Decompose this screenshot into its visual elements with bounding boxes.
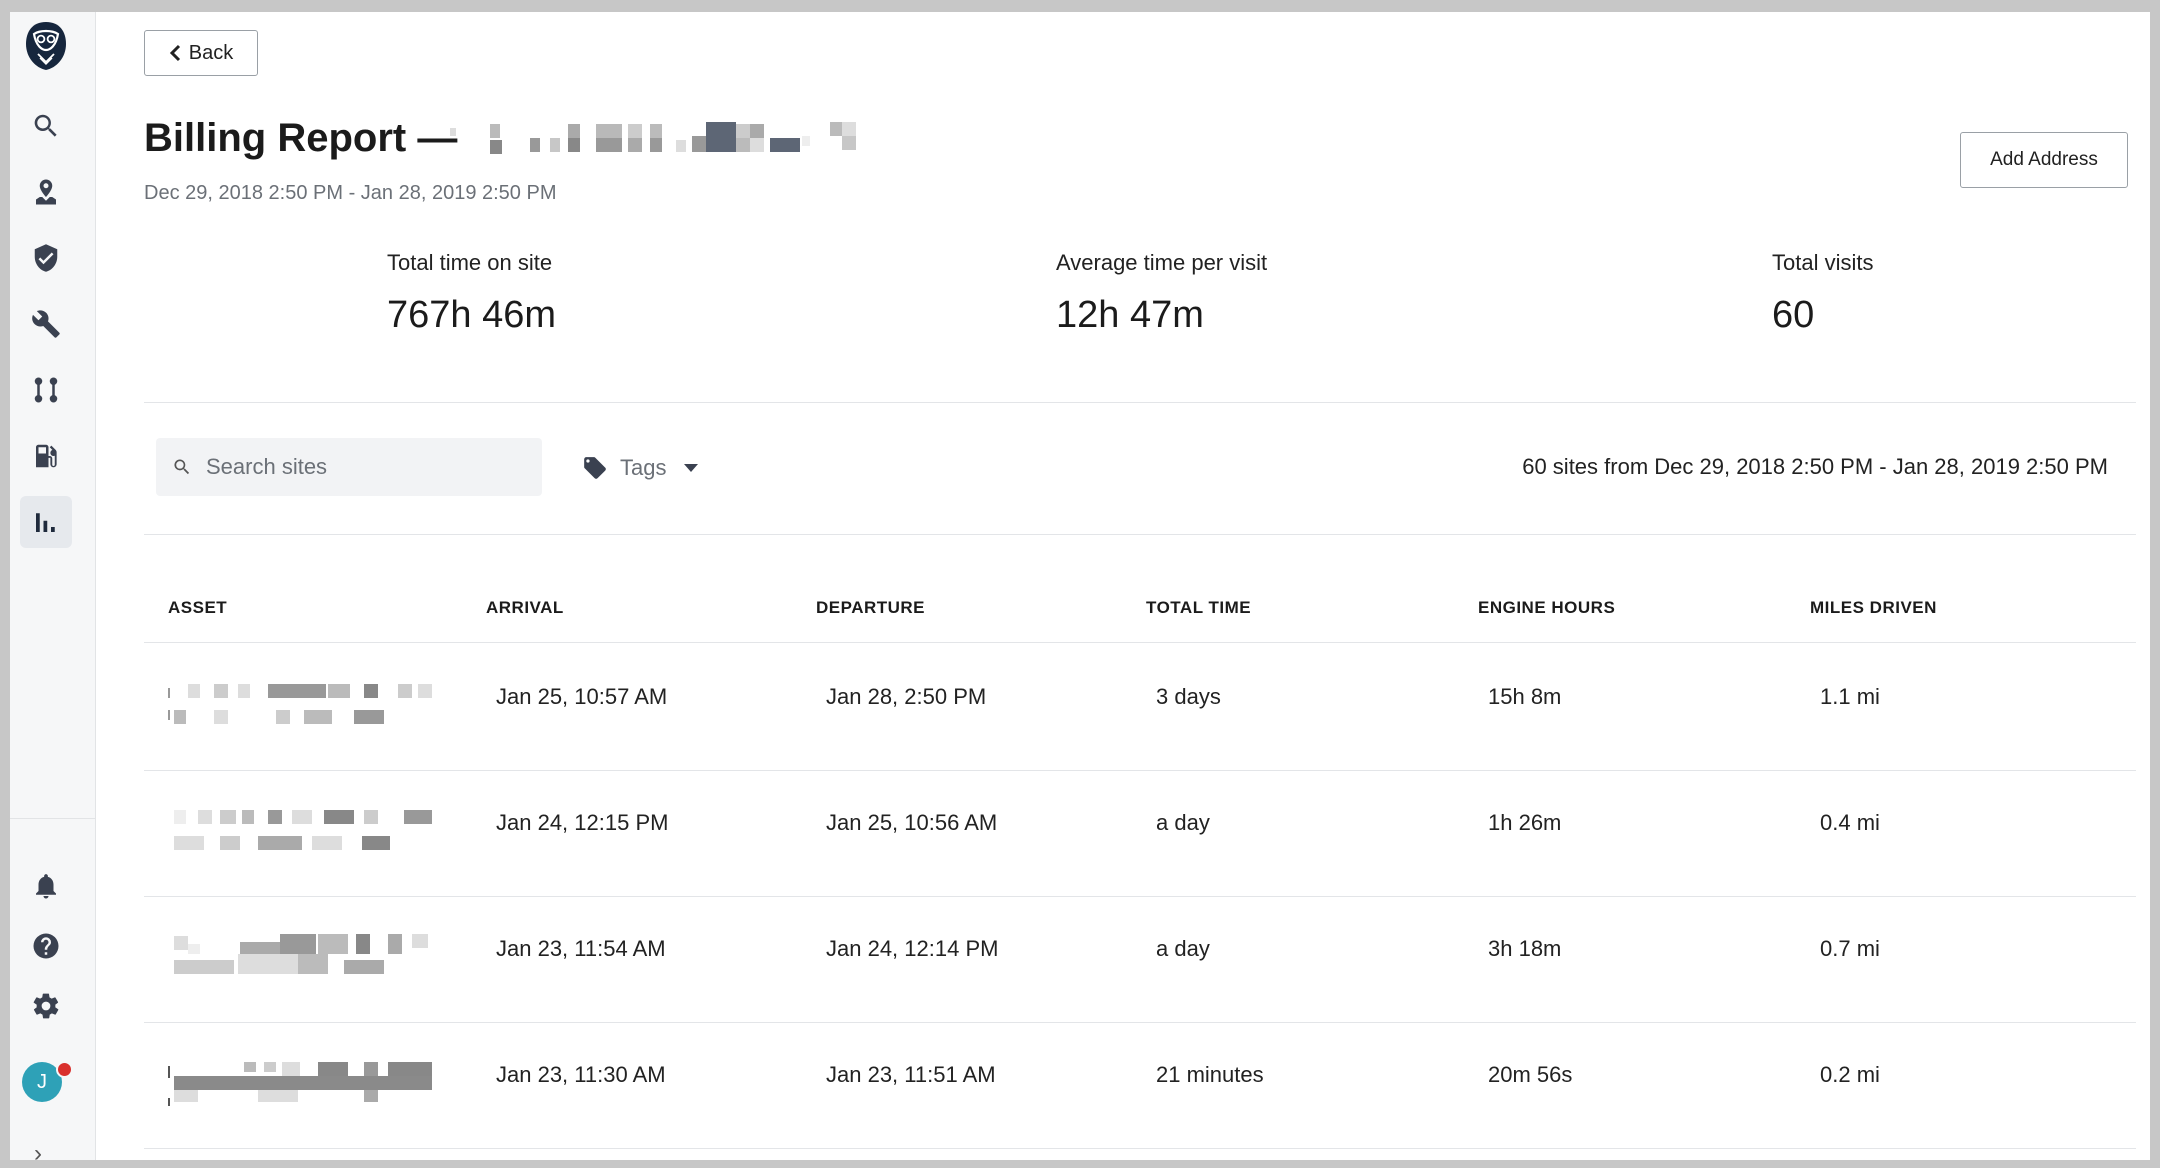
miles-driven-cell: 0.2 mi: [1820, 1062, 1880, 1087]
engine-hours-cell: 15h 8m: [1488, 684, 1562, 709]
tags-label: Tags: [620, 455, 667, 480]
add-address-button[interactable]: Add Address: [1960, 132, 2128, 188]
arrival-cell: Jan 24, 12:15 PM: [496, 810, 669, 835]
nav-settings[interactable]: [26, 986, 66, 1026]
section-divider: [144, 534, 2136, 535]
table-row[interactable]: Jan 24, 12:15 PM Jan 25, 10:56 AM a day …: [144, 770, 2136, 897]
arrival-cell: Jan 23, 11:54 AM: [496, 936, 666, 961]
arrival-cell: Jan 23, 11:30 AM: [496, 1062, 666, 1087]
table-row[interactable]: Jan 25, 10:57 AM Jan 28, 2:50 PM 3 days …: [144, 644, 2136, 771]
fuel-icon: [36, 444, 57, 468]
tags-dropdown[interactable]: Tags: [582, 450, 699, 486]
nav-alerts[interactable]: [26, 866, 66, 906]
arrival-cell: Jan 25, 10:57 AM: [496, 684, 668, 709]
redacted-asset-name: [168, 684, 432, 724]
wrench-icon: [32, 310, 60, 338]
total-time-cell: a day: [1156, 810, 1210, 835]
redacted-asset-name: [168, 1062, 432, 1106]
route-icon: [34, 377, 58, 403]
nav-routes[interactable]: [26, 370, 66, 410]
section-divider: [144, 402, 2136, 403]
page-title: Billing Report —: [144, 116, 458, 160]
nav-reports[interactable]: [20, 496, 72, 548]
bell-icon: [36, 874, 56, 899]
departure-cell: Jan 24, 12:14 PM: [826, 936, 999, 961]
report-date-range: Dec 29, 2018 2:50 PM - Jan 28, 2019 2:50…: [144, 182, 557, 204]
map-pin-icon: [36, 179, 56, 205]
back-button[interactable]: Back: [144, 30, 258, 76]
sidebar: J ›: [10, 12, 96, 1160]
search-box[interactable]: [156, 438, 542, 496]
caret-down-icon: [684, 464, 699, 472]
stat-total-visits-value: 60: [1772, 294, 1815, 336]
stat-total-time-value: 767h 46m: [387, 294, 557, 336]
stat-average-time-label: Average time per visit: [1056, 250, 1268, 275]
column-header-asset[interactable]: ASSET: [168, 598, 227, 618]
search-icon: [174, 459, 190, 475]
table-row[interactable]: Jan 23, 11:54 AM Jan 24, 12:14 PM a day …: [144, 896, 2136, 1023]
nav-help[interactable]: [26, 926, 66, 966]
back-button-label: Back: [188, 41, 234, 64]
stat-total-time-label: Total time on site: [387, 250, 553, 275]
stat-total-visits-label: Total visits: [1772, 250, 1874, 275]
shield-icon: [34, 244, 58, 272]
expand-sidebar-icon[interactable]: ›: [34, 1140, 42, 1160]
departure-cell: Jan 23, 11:51 AM: [826, 1062, 996, 1087]
results-summary: 60 sites from Dec 29, 2018 2:50 PM - Jan…: [1522, 454, 2108, 479]
table-header-divider: [144, 642, 2136, 643]
redacted-site-name: [450, 122, 856, 154]
departure-cell: Jan 25, 10:56 AM: [826, 810, 998, 835]
table-row[interactable]: Jan 23, 11:30 AM Jan 23, 11:51 AM 21 min…: [144, 1022, 2136, 1149]
app-window: J › Back Billing Report — Dec 29, 2018 2…: [10, 12, 2150, 1160]
column-header-arrival[interactable]: ARRIVAL: [486, 598, 564, 618]
miles-driven-cell: 0.7 mi: [1820, 936, 1880, 961]
nav-fuel[interactable]: [26, 436, 66, 476]
miles-driven-cell: 1.1 mi: [1820, 684, 1880, 709]
gear-icon: [33, 993, 59, 1019]
nav-safety[interactable]: [26, 238, 66, 278]
redacted-asset-name: [174, 934, 428, 974]
column-header-engine-hours[interactable]: ENGINE HOURS: [1478, 598, 1615, 618]
bar-chart-icon: [36, 513, 55, 532]
nav-maintenance[interactable]: [26, 304, 66, 344]
total-time-cell: 21 minutes: [1156, 1062, 1264, 1087]
miles-driven-cell: 0.4 mi: [1820, 810, 1880, 835]
engine-hours-cell: 20m 56s: [1488, 1062, 1573, 1087]
search-sites-input[interactable]: [204, 453, 528, 481]
engine-hours-cell: 3h 18m: [1488, 936, 1562, 961]
engine-hours-cell: 1h 26m: [1488, 810, 1562, 835]
total-time-cell: a day: [1156, 936, 1210, 961]
notification-dot: [56, 1061, 73, 1078]
nav-map[interactable]: [26, 172, 66, 212]
help-icon: [33, 933, 59, 959]
tag-icon: [584, 457, 606, 479]
chevron-left-icon: [169, 44, 180, 62]
redacted-asset-name: [174, 810, 432, 850]
column-header-miles-driven[interactable]: MILES DRIVEN: [1810, 598, 1937, 618]
owl-logo-icon[interactable]: [24, 20, 68, 72]
departure-cell: Jan 28, 2:50 PM: [826, 684, 987, 709]
total-time-cell: 3 days: [1156, 684, 1221, 709]
search-icon: [34, 114, 57, 137]
avatar-initial: J: [37, 1070, 47, 1093]
column-header-departure[interactable]: DEPARTURE: [816, 598, 925, 618]
stat-average-time-value: 12h 47m: [1056, 294, 1204, 336]
nav-search[interactable]: [26, 106, 66, 146]
column-header-total-time[interactable]: TOTAL TIME: [1146, 598, 1251, 618]
sidebar-divider: [10, 818, 95, 819]
